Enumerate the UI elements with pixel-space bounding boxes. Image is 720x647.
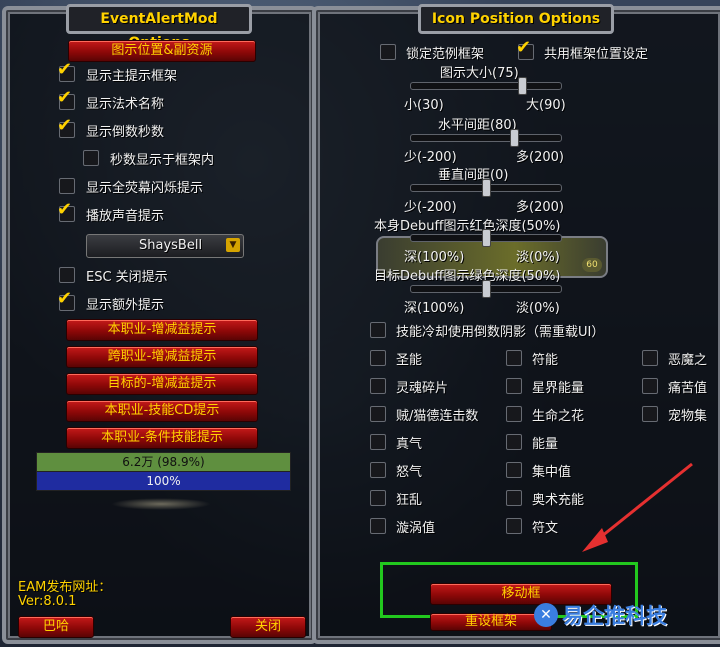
icon-size-label: 图示大小(75) [440, 66, 519, 81]
checkbox[interactable] [370, 462, 386, 478]
resource-label: 恶魔之 [668, 353, 708, 368]
self-debuff-red-slider[interactable] [410, 229, 562, 247]
self-buff-button[interactable]: 本职业-增减益提示 [66, 319, 258, 341]
icon-position-options-panel: Icon Position Options 锁定范例框架 ✔ 共用框架位置设定 … [312, 4, 720, 644]
chevron-down-icon[interactable]: ▼ [226, 238, 240, 252]
version-label: Ver:8.0.1 [18, 594, 77, 609]
close-button[interactable]: 关闭 [230, 616, 306, 638]
power-bar: 100% [36, 471, 291, 491]
icon-size-slider[interactable] [410, 77, 562, 95]
horizontal-spacing-label: 水平间距(80) [438, 118, 517, 133]
check-icon: ✔ [57, 288, 73, 309]
resource-label: 圣能 [396, 353, 423, 368]
slider-thumb[interactable] [482, 229, 491, 247]
health-bar: 6.2万 (98.9%) [36, 452, 291, 472]
checkbox[interactable] [370, 350, 386, 366]
checkbox[interactable] [370, 518, 386, 534]
target-debuff-green-slider[interactable] [410, 280, 562, 298]
checkbox[interactable] [370, 490, 386, 506]
checkbox[interactable] [642, 378, 658, 394]
icon-position-button[interactable]: 图示位置&副资源 [68, 40, 256, 62]
resource-label: 生命之花 [532, 409, 585, 424]
horizontal-spacing-slider[interactable] [410, 129, 562, 147]
resource-label: 符能 [532, 353, 559, 368]
skill-cooldown-button[interactable]: 本职业-技能CD提示 [66, 400, 258, 422]
resource-label: 宠物集 [668, 409, 708, 424]
resource-label: 灵魂碎片 [396, 381, 449, 396]
cross-class-buff-button[interactable]: 跨职业-增减益提示 [66, 346, 258, 368]
resource-label: 集中值 [532, 465, 572, 480]
panel-title: Icon Position Options [418, 4, 614, 34]
resource-label: 痛苦值 [668, 381, 708, 396]
checkbox[interactable] [370, 434, 386, 450]
resource-label: 狂乱 [396, 493, 423, 508]
red-arrow-annotation [582, 462, 693, 552]
check-icon: ✔ [57, 115, 73, 136]
event-alert-options-panel: EventAlertMod Options 图示位置&副资源 ✔ 显示主提示框架… [2, 4, 317, 644]
url-label: EAM发布网址： [18, 580, 112, 595]
checkbox[interactable] [506, 378, 522, 394]
bahamut-button[interactable]: 巴哈 [18, 616, 94, 638]
slider-thumb[interactable] [482, 179, 491, 197]
vertical-spacing-label: 垂直间距(0) [438, 168, 509, 183]
resource-label: 符文 [532, 521, 559, 536]
check-icon: ✔ [57, 199, 73, 220]
checkbox[interactable] [506, 518, 522, 534]
conditional-skill-button[interactable]: 本职业-条件技能提示 [66, 427, 258, 449]
check-icon: ✔ [57, 87, 73, 108]
resource-label: 能量 [532, 437, 559, 452]
checkbox[interactable] [642, 406, 658, 422]
checkbox[interactable] [506, 406, 522, 422]
vertical-spacing-slider[interactable] [410, 179, 562, 197]
resource-label: 贼/猫德连击数 [396, 409, 479, 424]
checkbox[interactable] [506, 490, 522, 506]
slider-thumb[interactable] [517, 77, 527, 95]
target-buff-button[interactable]: 目标的-增减益提示 [66, 373, 258, 395]
target-debuff-green-label: 目标Debuff图示绿色深度(50%) [374, 269, 561, 284]
watermark: ✕ 易企推科技 [534, 600, 667, 630]
check-icon: ✔ [516, 37, 532, 58]
checkbox[interactable] [370, 406, 386, 422]
resource-label: 漩涡值 [396, 521, 436, 536]
sound-dropdown[interactable]: ShaysBell ▼ [86, 234, 244, 258]
checkbox[interactable] [370, 378, 386, 394]
slider-thumb[interactable] [510, 129, 520, 147]
resource-label: 星界能量 [532, 381, 585, 396]
checkbox[interactable] [506, 462, 522, 478]
slider-thumb[interactable] [482, 280, 491, 298]
checkbox[interactable] [642, 350, 658, 366]
resource-label: 怒气 [396, 465, 423, 480]
decorative-ornament [111, 498, 211, 510]
level-badge: 60 [582, 258, 602, 272]
checkbox[interactable] [506, 350, 522, 366]
logo-icon: ✕ [534, 603, 558, 627]
resource-label: 真气 [396, 437, 423, 452]
check-icon: ✔ [57, 59, 73, 80]
self-debuff-red-label: 本身Debuff图示红色深度(50%) [374, 219, 561, 234]
checkbox[interactable] [506, 434, 522, 450]
panel-title: EventAlertMod Options [66, 4, 252, 51]
